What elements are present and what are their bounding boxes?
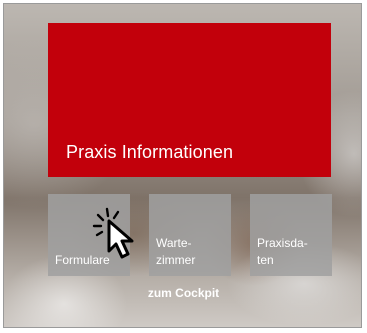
praxisdaten-label: Praxisda- ten [257,236,308,267]
wartezimmer-tile[interactable]: Warte- zimmer [149,194,231,276]
praxis-informationen-label: Praxis Informationen [66,142,234,162]
praxisdaten-tile[interactable]: Praxisda- ten [250,194,332,276]
wartezimmer-label: Warte- zimmer [156,236,196,267]
app-screen: Praxis Informationen Formulare Warte- zi… [3,3,362,328]
pointer-hand-click-icon [92,207,134,259]
praxis-informationen-tile[interactable]: Praxis Informationen [48,23,331,177]
zum-cockpit-link[interactable]: zum Cockpit [4,286,361,300]
